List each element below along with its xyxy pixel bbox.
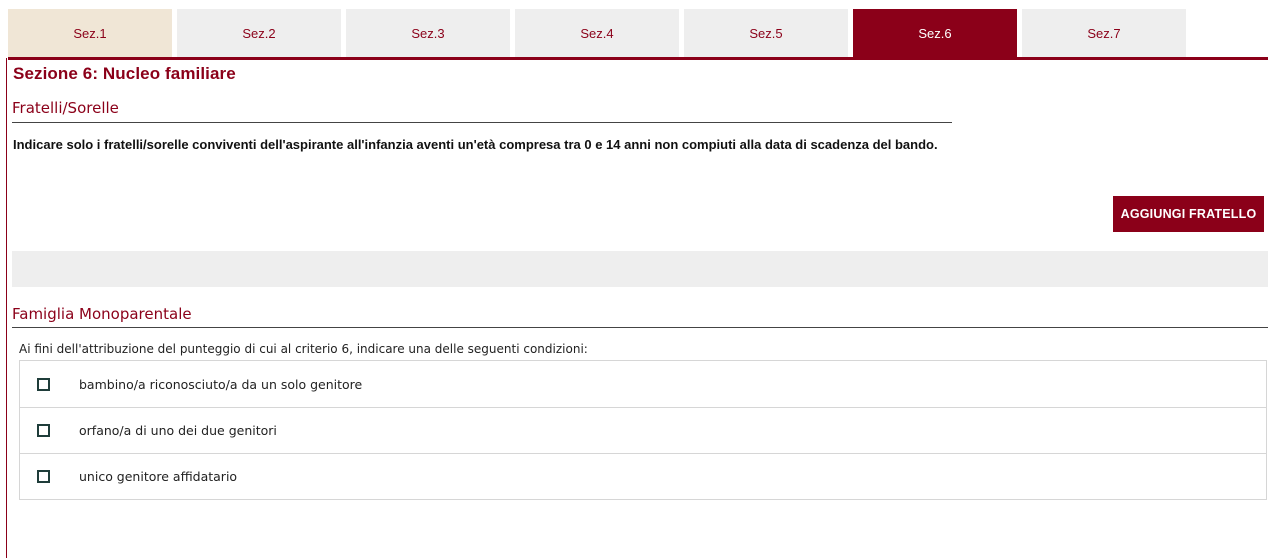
single-parent-intro: Ai fini dell'attribuzione del punteggio … [19,342,588,356]
section-title: Sezione 6: Nucleo familiare [13,64,236,83]
option-label: orfano/a di uno dei due genitori [79,423,277,438]
tab-sez-7[interactable]: Sez.7 [1022,9,1186,57]
option-label: unico genitore affidatario [79,469,238,484]
option-recognized-by-one-parent[interactable]: bambino/a riconosciuto/a da un solo geni… [20,361,1266,407]
add-sibling-button[interactable]: AGGIUNGI FRATELLO [1113,196,1264,232]
siblings-list-area [12,251,1268,287]
tab-sez-1[interactable]: Sez.1 [8,9,172,57]
tab-sez-6[interactable]: Sez.6 [853,9,1017,57]
checkbox[interactable] [37,424,50,437]
tab-sez-2[interactable]: Sez.2 [177,9,341,57]
checkbox[interactable] [37,377,50,391]
option-label: bambino/a riconosciuto/a da un solo geni… [79,376,363,392]
single-parent-heading-rule [12,327,1268,328]
tabs-underline [8,57,1268,60]
section-tabs: Sez.1 Sez.2 Sez.3 Sez.4 Sez.5 Sez.6 Sez.… [8,9,1186,57]
tab-sez-4[interactable]: Sez.4 [515,9,679,57]
left-border-rule [6,58,7,558]
option-sole-custodial-parent[interactable]: unico genitore affidatario [20,453,1266,499]
single-parent-options: bambino/a riconosciuto/a da un solo geni… [19,360,1267,500]
siblings-heading: Fratelli/Sorelle [12,99,119,117]
single-parent-heading: Famiglia Monoparentale [12,305,192,323]
tab-sez-5[interactable]: Sez.5 [684,9,848,57]
tab-sez-3[interactable]: Sez.3 [346,9,510,57]
siblings-note: Indicare solo i fratelli/sorelle convive… [13,137,938,152]
siblings-heading-rule [12,122,952,123]
checkbox[interactable] [37,470,50,483]
option-orphan[interactable]: orfano/a di uno dei due genitori [20,407,1266,453]
